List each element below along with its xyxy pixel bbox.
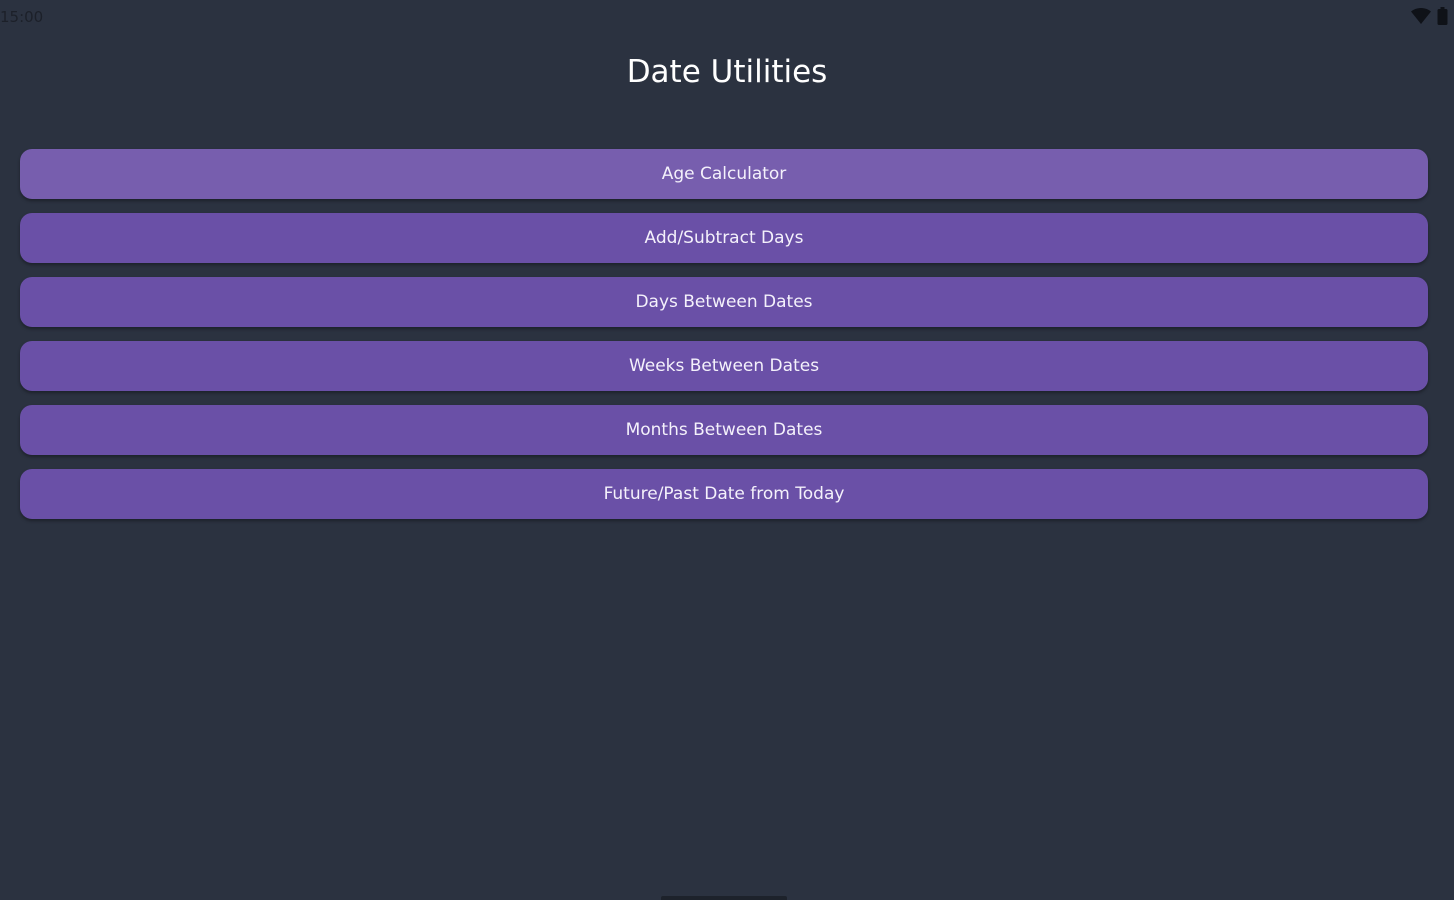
page-title: Date Utilities xyxy=(626,54,828,90)
status-icons xyxy=(1411,7,1448,25)
app-screen: 15:00 Date Utilities Age Calculator Add/… xyxy=(0,0,1454,900)
months-between-dates-button[interactable]: Months Between Dates xyxy=(20,405,1428,455)
navigation-gesture-bar[interactable] xyxy=(661,896,787,900)
age-calculator-button[interactable]: Age Calculator xyxy=(20,149,1428,199)
status-bar: 15:00 xyxy=(0,0,1454,34)
future-past-date-button[interactable]: Future/Past Date from Today xyxy=(20,469,1428,519)
menu-list: Age Calculator Add/Subtract Days Days Be… xyxy=(20,149,1428,533)
battery-icon xyxy=(1437,7,1448,25)
days-between-dates-button[interactable]: Days Between Dates xyxy=(20,277,1428,327)
weeks-between-dates-button[interactable]: Weeks Between Dates xyxy=(20,341,1428,391)
wifi-icon xyxy=(1411,8,1431,24)
status-time: 15:00 xyxy=(0,8,44,26)
add-subtract-days-button[interactable]: Add/Subtract Days xyxy=(20,213,1428,263)
